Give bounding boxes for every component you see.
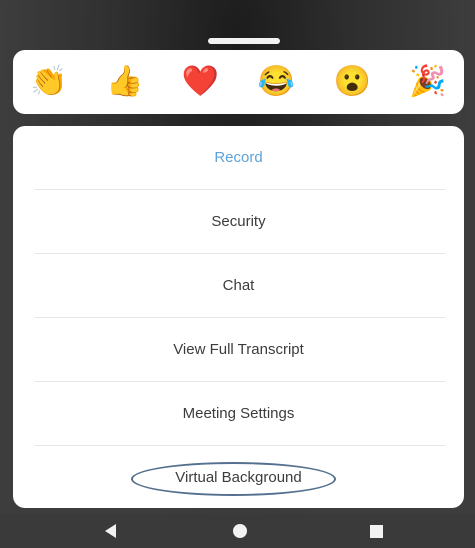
recents-button[interactable] xyxy=(356,514,396,548)
thumbs-up-icon[interactable]: 👍 xyxy=(103,60,147,104)
meeting-settings-menu-item[interactable]: Meeting Settings xyxy=(13,382,464,445)
reaction-bar: 👏 👍 ❤️ 😂 😮 🎉 xyxy=(13,50,464,114)
home-button[interactable] xyxy=(220,514,260,548)
home-circle-icon xyxy=(233,524,247,538)
tears-of-joy-icon[interactable]: 😂 xyxy=(254,60,298,104)
record-menu-item[interactable]: Record xyxy=(13,126,464,189)
security-menu-item[interactable]: Security xyxy=(13,190,464,253)
android-nav-bar xyxy=(0,514,475,548)
view-full-transcript-menu-item[interactable]: View Full Transcript xyxy=(13,318,464,381)
party-popper-icon[interactable]: 🎉 xyxy=(406,60,450,104)
surprised-face-icon[interactable]: 😮 xyxy=(330,60,374,104)
chat-menu-item[interactable]: Chat xyxy=(13,254,464,317)
virtual-background-menu-item[interactable]: Virtual Background xyxy=(13,446,464,508)
sheet-drag-handle[interactable] xyxy=(208,38,280,44)
back-button[interactable] xyxy=(90,514,130,548)
more-options-menu: Record Security Chat View Full Transcrip… xyxy=(13,126,464,508)
recents-square-icon xyxy=(369,524,383,538)
red-heart-icon[interactable]: ❤️ xyxy=(179,60,223,104)
back-triangle-icon xyxy=(104,524,116,538)
clapping-hands-icon[interactable]: 👏 xyxy=(27,60,71,104)
